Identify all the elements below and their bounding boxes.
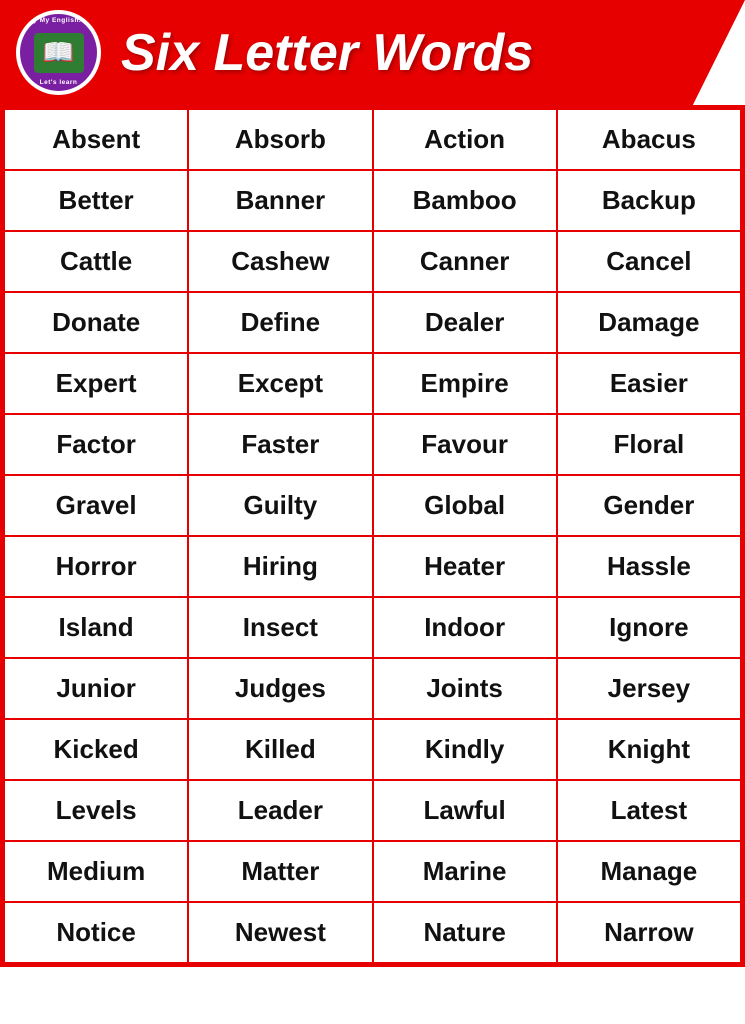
word-cell: Matter bbox=[188, 841, 372, 902]
word-cell: Canner bbox=[373, 231, 557, 292]
table-row: GravelGuiltyGlobalGender bbox=[4, 475, 741, 536]
word-cell: Junior bbox=[4, 658, 188, 719]
word-cell: Factor bbox=[4, 414, 188, 475]
word-cell: Cattle bbox=[4, 231, 188, 292]
header: Only My English.com 📖 Let's learn Six Le… bbox=[0, 0, 745, 105]
word-cell: Absorb bbox=[188, 109, 372, 170]
table-row: JuniorJudgesJointsJersey bbox=[4, 658, 741, 719]
table-row: LevelsLeaderLawfulLatest bbox=[4, 780, 741, 841]
word-cell: Hassle bbox=[557, 536, 741, 597]
word-cell: Global bbox=[373, 475, 557, 536]
table-row: NoticeNewestNatureNarrow bbox=[4, 902, 741, 963]
word-cell: Latest bbox=[557, 780, 741, 841]
table-row: CattleCashewCannerCancel bbox=[4, 231, 741, 292]
book-icon: 📖 bbox=[34, 33, 84, 73]
word-cell: Better bbox=[4, 170, 188, 231]
word-cell: Heater bbox=[373, 536, 557, 597]
word-cell: Joints bbox=[373, 658, 557, 719]
word-cell: Jersey bbox=[557, 658, 741, 719]
word-cell: Banner bbox=[188, 170, 372, 231]
word-cell: Kindly bbox=[373, 719, 557, 780]
table-row: HorrorHiringHeaterHassle bbox=[4, 536, 741, 597]
word-cell: Ignore bbox=[557, 597, 741, 658]
word-cell: Island bbox=[4, 597, 188, 658]
logo-top-text: Only My English.com bbox=[21, 17, 96, 24]
word-cell: Kicked bbox=[4, 719, 188, 780]
word-cell: Expert bbox=[4, 353, 188, 414]
word-cell: Abacus bbox=[557, 109, 741, 170]
word-cell: Action bbox=[373, 109, 557, 170]
table-row: AbsentAbsorbActionAbacus bbox=[4, 109, 741, 170]
word-cell: Define bbox=[188, 292, 372, 353]
logo-bottom-text: Let's learn bbox=[40, 79, 78, 86]
table-row: IslandInsectIndoorIgnore bbox=[4, 597, 741, 658]
word-cell: Bamboo bbox=[373, 170, 557, 231]
word-cell: Medium bbox=[4, 841, 188, 902]
word-cell: Indoor bbox=[373, 597, 557, 658]
word-cell: Donate bbox=[4, 292, 188, 353]
word-cell: Favour bbox=[373, 414, 557, 475]
word-cell: Marine bbox=[373, 841, 557, 902]
word-table-container: AbsentAbsorbActionAbacusBetterBannerBamb… bbox=[0, 105, 745, 967]
word-cell: Backup bbox=[557, 170, 741, 231]
word-cell: Insect bbox=[188, 597, 372, 658]
word-cell: Empire bbox=[373, 353, 557, 414]
logo: Only My English.com 📖 Let's learn bbox=[16, 10, 101, 95]
word-cell: Dealer bbox=[373, 292, 557, 353]
word-cell: Horror bbox=[4, 536, 188, 597]
word-cell: Absent bbox=[4, 109, 188, 170]
word-cell: Gravel bbox=[4, 475, 188, 536]
word-cell: Notice bbox=[4, 902, 188, 963]
word-cell: Cashew bbox=[188, 231, 372, 292]
word-cell: Easier bbox=[557, 353, 741, 414]
word-cell: Knight bbox=[557, 719, 741, 780]
word-cell: Floral bbox=[557, 414, 741, 475]
word-cell: Cancel bbox=[557, 231, 741, 292]
page-title: Six Letter Words bbox=[121, 23, 533, 83]
word-cell: Faster bbox=[188, 414, 372, 475]
table-row: KickedKilledKindlyKnight bbox=[4, 719, 741, 780]
table-row: FactorFasterFavourFloral bbox=[4, 414, 741, 475]
table-row: BetterBannerBambooBackup bbox=[4, 170, 741, 231]
word-cell: Gender bbox=[557, 475, 741, 536]
word-cell: Levels bbox=[4, 780, 188, 841]
table-row: ExpertExceptEmpireEasier bbox=[4, 353, 741, 414]
word-cell: Manage bbox=[557, 841, 741, 902]
word-cell: Nature bbox=[373, 902, 557, 963]
table-row: DonateDefineDealerDamage bbox=[4, 292, 741, 353]
table-row: MediumMatterMarineManage bbox=[4, 841, 741, 902]
word-table: AbsentAbsorbActionAbacusBetterBannerBamb… bbox=[3, 108, 742, 964]
word-cell: Damage bbox=[557, 292, 741, 353]
word-cell: Judges bbox=[188, 658, 372, 719]
word-cell: Lawful bbox=[373, 780, 557, 841]
word-cell: Narrow bbox=[557, 902, 741, 963]
word-cell: Newest bbox=[188, 902, 372, 963]
word-cell: Guilty bbox=[188, 475, 372, 536]
word-cell: Except bbox=[188, 353, 372, 414]
word-cell: Hiring bbox=[188, 536, 372, 597]
word-cell: Leader bbox=[188, 780, 372, 841]
word-cell: Killed bbox=[188, 719, 372, 780]
